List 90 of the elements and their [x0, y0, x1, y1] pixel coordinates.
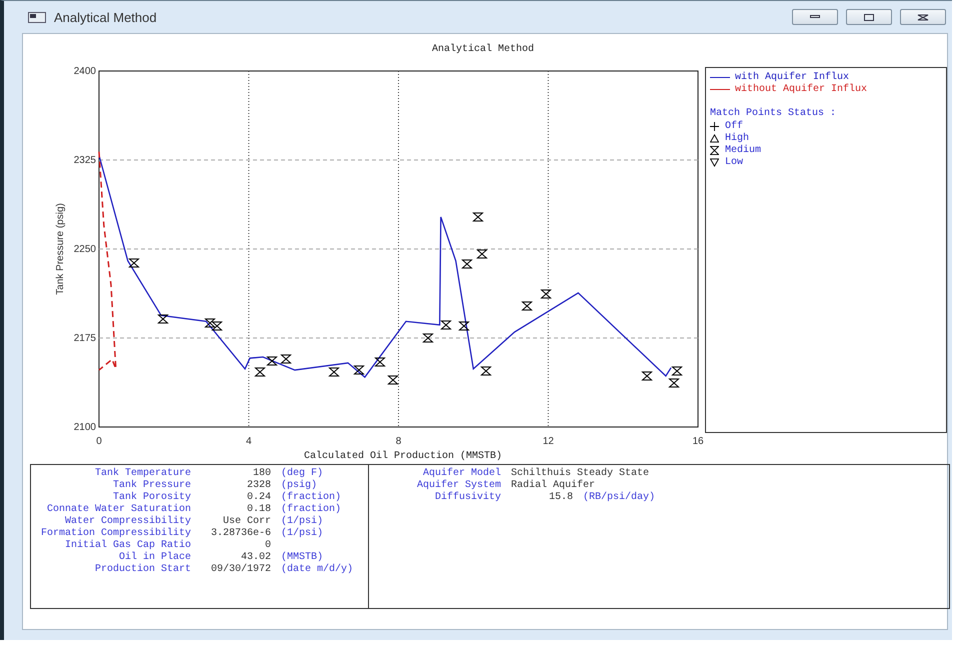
match-point-marker	[440, 320, 452, 330]
parameter-value: 180	[252, 468, 271, 480]
x-tick-label: 12	[542, 436, 554, 447]
parameter-value: Radial Aquifer	[511, 480, 596, 492]
window-title: Analytical Method	[54, 10, 158, 24]
parameter-unit: (deg F)	[281, 468, 324, 480]
parameter-value: Use Corr	[222, 516, 271, 528]
parameter-label: Production Start	[94, 564, 191, 576]
parameter-value: Schilthuis Steady State	[511, 468, 650, 480]
match-point-marker	[157, 314, 169, 324]
x-tick-label: 16	[692, 436, 704, 447]
parameter-label: Tank Porosity	[112, 492, 191, 504]
match-point-marker	[540, 290, 552, 298]
x-tick-label: 8	[396, 436, 402, 447]
parameter-label: Initial Gas Cap Ratio	[64, 540, 191, 552]
y-tick-label: 2175	[74, 333, 96, 344]
y-tick-label: 2100	[74, 422, 96, 433]
legend-label: with Aquifer Influx	[735, 72, 850, 82]
parameter-value: 43.02	[240, 552, 271, 564]
parameter-value: 2328	[246, 480, 271, 492]
match-point-marker	[387, 376, 399, 384]
parameter-label: Aquifer Model	[422, 468, 501, 480]
chart-title: Analytical Method	[430, 44, 536, 55]
maximize-button[interactable]	[846, 9, 892, 25]
match-point-marker	[280, 354, 292, 364]
parameter-value: 09/30/1972	[210, 564, 271, 576]
triangle-up-icon	[710, 134, 719, 142]
match-point-marker	[458, 322, 470, 330]
legend-label: High	[725, 132, 750, 144]
window-icon	[28, 12, 46, 22]
match-point-marker	[480, 366, 492, 376]
parameter-unit: (MMSTB)	[281, 552, 324, 564]
minimize-button[interactable]	[792, 9, 838, 25]
parameter-unit: (RB/psi/day)	[583, 492, 656, 504]
legend-label: without Aquifer Influx	[735, 84, 868, 94]
match-point-marker	[266, 356, 278, 366]
legend-line-swatch	[710, 88, 730, 90]
maximize-icon	[864, 14, 874, 20]
match-point-marker	[461, 260, 473, 268]
legend-line-swatch	[710, 76, 730, 78]
match-point-marker	[374, 358, 386, 366]
parameter-value: 0.18	[246, 504, 271, 516]
y-tick-label: 2400	[74, 66, 96, 77]
parameter-label: Aquifer System	[416, 480, 501, 492]
parameter-label: Connate Water Saturation	[46, 504, 191, 516]
y-tick-label: 2250	[74, 244, 96, 255]
triangle-down-icon	[710, 158, 719, 166]
match-point-marker	[422, 334, 434, 342]
match-point-marker	[472, 212, 484, 222]
y-axis-label: Tank Pressure (psig)	[55, 203, 66, 295]
match-point-marker	[211, 322, 223, 330]
x-tick-label: 4	[246, 436, 252, 447]
match-point-marker	[668, 378, 680, 388]
match-point-marker	[128, 258, 140, 268]
match-point-marker	[476, 250, 488, 258]
parameter-unit: (1/psi)	[281, 528, 324, 540]
parameter-unit: (1/psi)	[281, 516, 324, 528]
legend-heading: Match Points Status :	[710, 108, 838, 120]
parameter-value: 3.28736e-6	[210, 528, 271, 540]
parameter-label: Water Compressibility	[64, 516, 191, 528]
x-axis-label: Calculated Oil Production (MMSTB)	[302, 451, 504, 462]
parameter-unit: (date m/d/y)	[281, 564, 354, 576]
hourglass-icon	[710, 146, 719, 154]
minimize-icon	[810, 15, 820, 19]
parameter-label: Tank Pressure	[112, 480, 191, 492]
parameter-label: Tank Temperature	[94, 468, 191, 480]
match-point-marker	[204, 318, 216, 328]
close-icon	[917, 14, 929, 20]
parameter-unit: (psig)	[281, 480, 318, 492]
parameter-value: 0.24	[246, 492, 271, 504]
plus-icon	[710, 122, 719, 130]
legend-label: Low	[725, 156, 744, 168]
close-button[interactable]	[900, 9, 946, 25]
parameter-label: Diffusivity	[434, 492, 501, 504]
match-point-marker	[641, 372, 653, 380]
parameter-label: Oil in Place	[118, 552, 191, 564]
match-point-marker	[521, 302, 533, 310]
parameter-unit: (fraction)	[281, 504, 342, 516]
x-tick-label: 0	[96, 436, 102, 447]
legend-label: Medium	[725, 144, 762, 156]
parameter-label: Formation Compressibility	[40, 528, 191, 540]
parameter-value: 15.8	[548, 492, 573, 504]
y-tick-label: 2325	[74, 155, 96, 166]
match-point-marker	[353, 366, 365, 374]
match-point-marker	[328, 368, 340, 376]
parameter-value: 0	[264, 540, 271, 552]
match-point-marker	[671, 366, 683, 376]
parameter-unit: (fraction)	[281, 492, 342, 504]
match-point-marker	[254, 368, 266, 376]
legend-label: Off	[725, 120, 744, 132]
